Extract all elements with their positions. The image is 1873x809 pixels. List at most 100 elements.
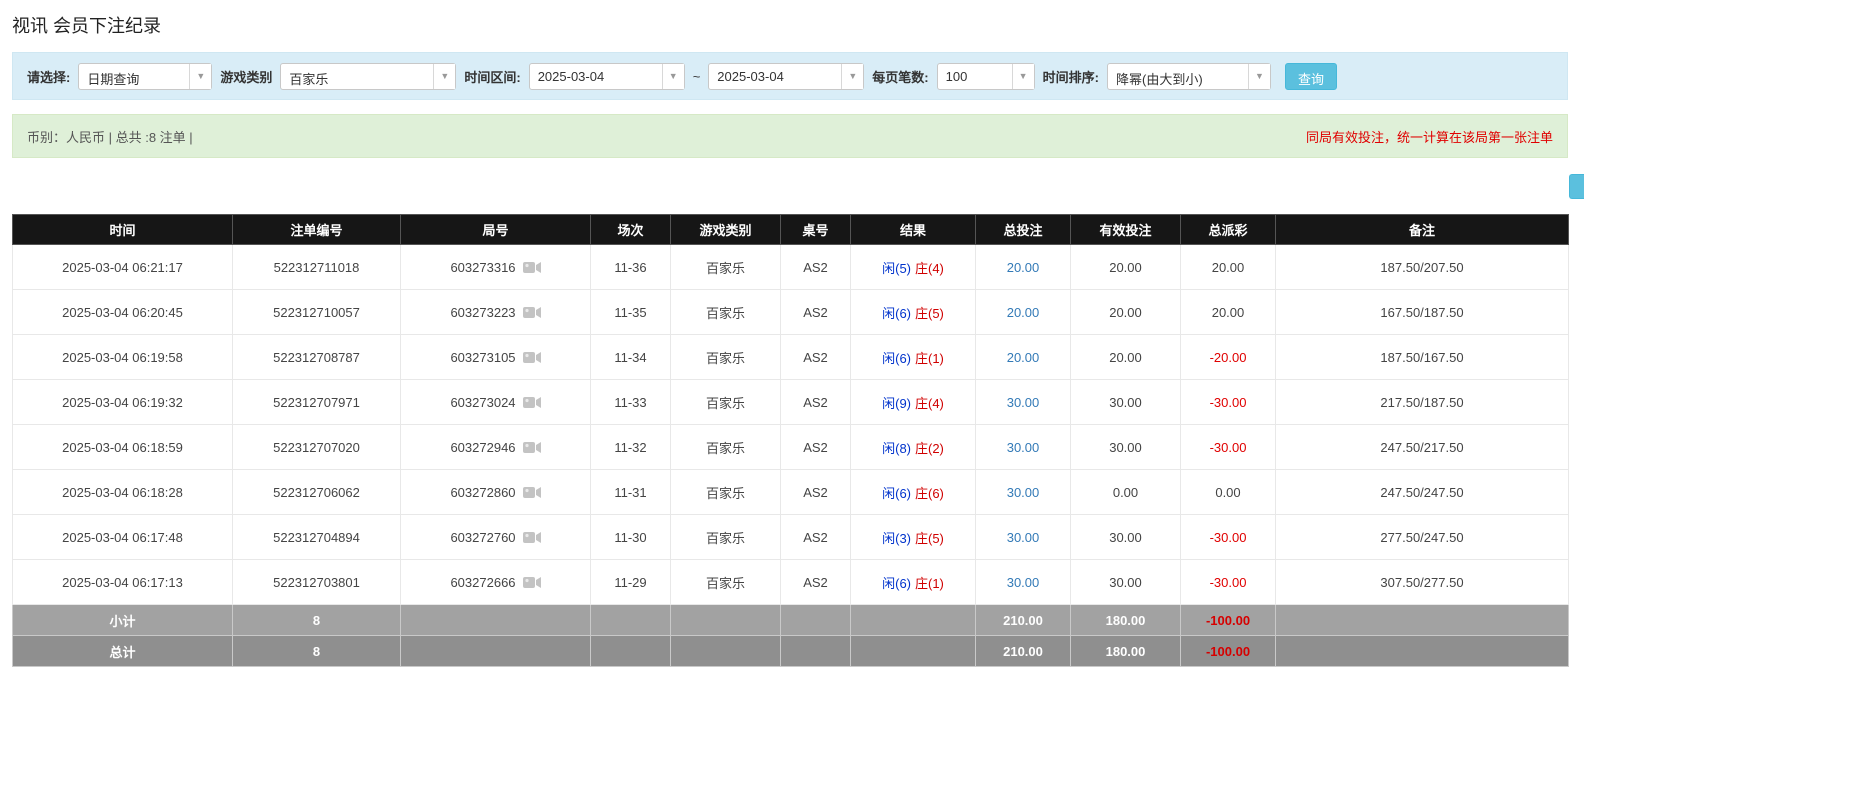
cell-result: 闲(6)庄(1) <box>851 335 976 380</box>
cell-time: 2025-03-04 06:21:17 <box>13 245 233 290</box>
cell-bet-id: 522312707971 <box>233 380 401 425</box>
page-size-dropdown[interactable]: 100 ▼ <box>937 63 1035 90</box>
video-camera-icon[interactable] <box>523 306 541 319</box>
cell-table: AS2 <box>781 380 851 425</box>
result-player: 闲(5) <box>882 261 911 276</box>
cell-game: 百家乐 <box>671 515 781 560</box>
subtotal-valid-bet: 180.00 <box>1071 605 1181 636</box>
table-row: 2025-03-04 06:18:59522312707020603272946… <box>13 425 1569 470</box>
round-number: 603272860 <box>450 485 515 500</box>
select-label: 请选择: <box>27 67 70 86</box>
cell-table: AS2 <box>781 335 851 380</box>
cell-game: 百家乐 <box>671 560 781 605</box>
date-from-picker[interactable]: 2025-03-04 ▼ <box>529 63 685 90</box>
table-row: 2025-03-04 06:19:32522312707971603273024… <box>13 380 1569 425</box>
cell-remark: 247.50/247.50 <box>1276 470 1569 515</box>
toolbar-gap <box>12 158 1584 214</box>
cell-total-bet[interactable]: 20.00 <box>976 290 1071 335</box>
video-camera-icon[interactable] <box>523 441 541 454</box>
cell-payout: 20.00 <box>1181 290 1276 335</box>
cell-payout: -30.00 <box>1181 515 1276 560</box>
chevron-down-icon[interactable]: ▼ <box>841 64 863 89</box>
cell-bet-id: 522312710057 <box>233 290 401 335</box>
sort-dropdown[interactable]: 降幂(由大到小) ▼ <box>1107 63 1271 90</box>
empty-cell <box>1276 636 1569 667</box>
cell-round: 603272946 <box>401 425 591 470</box>
header-bet-id: 注单编号 <box>233 215 401 245</box>
chevron-down-icon[interactable]: ▼ <box>662 64 684 89</box>
empty-cell <box>671 605 781 636</box>
date-from-value: 2025-03-04 <box>530 64 662 89</box>
cell-total-bet[interactable]: 30.00 <box>976 425 1071 470</box>
cell-total-bet[interactable]: 20.00 <box>976 335 1071 380</box>
cell-round: 603272666 <box>401 560 591 605</box>
header-round: 局号 <box>401 215 591 245</box>
cell-session: 11-34 <box>591 335 671 380</box>
game-type-label: 游戏类别 <box>220 67 272 86</box>
cell-time: 2025-03-04 06:18:59 <box>13 425 233 470</box>
header-remark: 备注 <box>1276 215 1569 245</box>
round-number: 603272760 <box>450 530 515 545</box>
video-camera-icon[interactable] <box>523 576 541 589</box>
cell-valid-bet: 20.00 <box>1071 245 1181 290</box>
chevron-down-icon[interactable]: ▼ <box>189 64 211 89</box>
cell-payout: 0.00 <box>1181 470 1276 515</box>
cell-bet-id: 522312704894 <box>233 515 401 560</box>
cell-round: 603272760 <box>401 515 591 560</box>
total-row: 总计 8 210.00 180.00 -100.00 <box>13 636 1569 667</box>
empty-cell <box>1276 605 1569 636</box>
cell-round: 603273223 <box>401 290 591 335</box>
cell-table: AS2 <box>781 470 851 515</box>
chevron-down-icon[interactable]: ▼ <box>1012 64 1034 89</box>
cell-remark: 187.50/207.50 <box>1276 245 1569 290</box>
cell-game: 百家乐 <box>671 425 781 470</box>
cell-time: 2025-03-04 06:20:45 <box>13 290 233 335</box>
header-session: 场次 <box>591 215 671 245</box>
cell-valid-bet: 30.00 <box>1071 380 1181 425</box>
cell-valid-bet: 30.00 <box>1071 560 1181 605</box>
result-player: 闲(6) <box>882 486 911 501</box>
video-camera-icon[interactable] <box>523 486 541 499</box>
video-camera-icon[interactable] <box>523 261 541 274</box>
round-number: 603272666 <box>450 575 515 590</box>
video-camera-icon[interactable] <box>523 351 541 364</box>
cell-total-bet[interactable]: 30.00 <box>976 560 1071 605</box>
cell-total-bet[interactable]: 30.00 <box>976 515 1071 560</box>
cell-session: 11-31 <box>591 470 671 515</box>
cell-table: AS2 <box>781 560 851 605</box>
total-count: 8 <box>233 636 401 667</box>
chevron-down-icon[interactable]: ▼ <box>433 64 455 89</box>
chevron-down-icon[interactable]: ▼ <box>1248 64 1270 89</box>
result-banker: 庄(4) <box>915 261 944 276</box>
page-size-label: 每页笔数: <box>872 67 928 86</box>
date-to-picker[interactable]: 2025-03-04 ▼ <box>708 63 864 90</box>
subtotal-count: 8 <box>233 605 401 636</box>
cell-session: 11-32 <box>591 425 671 470</box>
page-content: 视讯 会员下注纪录 请选择: 日期查询 ▼ 游戏类别 百家乐 ▼ 时间区间: 2… <box>0 0 1572 667</box>
result-banker: 庄(1) <box>915 576 944 591</box>
game-type-dropdown[interactable]: 百家乐 ▼ <box>280 63 456 90</box>
round-number: 603273316 <box>450 260 515 275</box>
bet-records-table: 时间 注单编号 局号 场次 游戏类别 桌号 结果 总投注 有效投注 总派彩 备注… <box>12 214 1569 667</box>
empty-cell <box>401 636 591 667</box>
result-player: 闲(3) <box>882 531 911 546</box>
cell-payout: -30.00 <box>1181 425 1276 470</box>
query-button[interactable]: 查询 <box>1285 63 1337 90</box>
cell-result: 闲(6)庄(5) <box>851 290 976 335</box>
header-table: 桌号 <box>781 215 851 245</box>
round-number: 603273223 <box>450 305 515 320</box>
cell-total-bet[interactable]: 30.00 <box>976 470 1071 515</box>
video-camera-icon[interactable] <box>523 396 541 409</box>
cell-total-bet[interactable]: 20.00 <box>976 245 1071 290</box>
query-type-dropdown[interactable]: 日期查询 ▼ <box>78 63 212 90</box>
cell-remark: 277.50/247.50 <box>1276 515 1569 560</box>
export-button-partial[interactable] <box>1569 174 1584 199</box>
page-size-value: 100 <box>938 64 1012 89</box>
cell-session: 11-29 <box>591 560 671 605</box>
cell-total-bet[interactable]: 30.00 <box>976 380 1071 425</box>
total-valid-bet: 180.00 <box>1071 636 1181 667</box>
video-camera-icon[interactable] <box>523 531 541 544</box>
round-number: 603273105 <box>450 350 515 365</box>
cell-session: 11-30 <box>591 515 671 560</box>
cell-remark: 187.50/167.50 <box>1276 335 1569 380</box>
